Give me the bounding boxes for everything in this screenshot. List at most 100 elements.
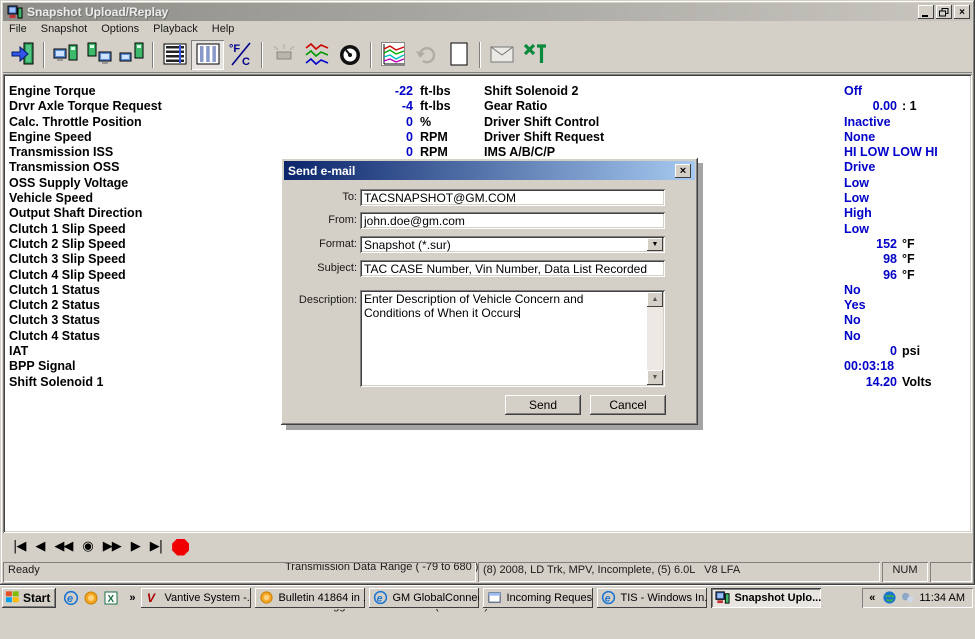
gauge-icon [337, 41, 363, 70]
scroll-down-icon[interactable]: ▼ [647, 370, 663, 385]
title-bar[interactable]: Snapshot Upload/Replay × [3, 3, 972, 21]
menu-item-snapshot[interactable]: Snapshot [35, 22, 95, 37]
toolbar-separator [370, 42, 372, 68]
menu-item-help[interactable]: Help [206, 22, 243, 37]
param-name-left: Transmission ISS [9, 145, 113, 159]
subject-label: Subject: [291, 262, 357, 274]
menu-item-file[interactable]: File [3, 22, 35, 37]
menu-item-playback[interactable]: Playback [147, 22, 206, 37]
minimize-button[interactable] [918, 5, 934, 19]
toolbar-button-columns-view[interactable] [191, 40, 224, 70]
param-name-left: Clutch 2 Status [9, 298, 100, 312]
data-row[interactable]: Engine Speed0RPMDriver Shift RequestNone [3, 130, 972, 145]
vantive-icon: V [145, 590, 160, 605]
ie-icon: e [373, 590, 388, 605]
dialog-close-icon[interactable]: × [675, 164, 691, 178]
status-num-lock: NUM [882, 562, 928, 582]
svg-text:X: X [108, 594, 115, 605]
step-forward-button[interactable]: ▶ [131, 537, 140, 557]
param-name-left: Vehicle Speed [9, 191, 93, 205]
toolbar-button-mail[interactable] [485, 40, 518, 70]
format-select[interactable] [360, 236, 665, 253]
toolbar-button-tools[interactable] [518, 40, 551, 70]
param-name-left: Shift Solenoid 1 [9, 375, 103, 389]
task-label: TIS - Windows In... [620, 592, 707, 604]
param-name-right: Shift Solenoid 2 [484, 84, 578, 98]
fast-forward-button[interactable]: ▶▶ [103, 537, 121, 557]
param-name-left: Clutch 3 Status [9, 313, 100, 327]
param-name-right: Gear Ratio [484, 99, 547, 113]
param-name-left: Clutch 1 Status [9, 283, 100, 297]
toolbar-button-pc-to-device[interactable] [115, 40, 148, 70]
taskbar-button-incoming-reques[interactable]: Incoming Reques... [483, 588, 593, 608]
param-unit-right: psi [902, 344, 920, 358]
subject-field[interactable] [360, 260, 665, 277]
toolbar-button-chart[interactable] [376, 40, 409, 70]
data-row[interactable]: Engine Torque-22ft-lbsShift Solenoid 2Of… [3, 84, 972, 99]
taskbar-button-vantive-system[interactable]: V Vantive System -... [141, 588, 251, 608]
columns-view-icon [195, 41, 221, 70]
cancel-button[interactable]: Cancel [590, 395, 666, 415]
toolbar-button-gauge[interactable] [333, 40, 366, 70]
menu-item-options[interactable]: Options [95, 22, 147, 37]
toolbar-button-graphs[interactable] [300, 40, 333, 70]
param-value-right: HI LOW LOW HI [844, 145, 897, 159]
excel-icon[interactable]: X [103, 590, 119, 606]
toolbar-button-rows-view[interactable] [158, 40, 191, 70]
toolbar-button-page[interactable] [442, 40, 475, 70]
param-value-right: Drive [844, 160, 897, 174]
toolbar-button-fahrenheit-celsius[interactable]: °FC [224, 40, 257, 70]
go-to-start-button[interactable]: |◀ [13, 537, 25, 557]
toolbar-button-flash[interactable] [267, 40, 300, 70]
step-back-button[interactable]: ◀ [35, 537, 44, 557]
format-dropdown-icon[interactable]: ▼ [647, 238, 663, 251]
send-button[interactable]: Send [505, 395, 581, 415]
toolbar-button-replay[interactable] [409, 40, 442, 70]
toolbar-button-device-to-pc[interactable] [82, 40, 115, 70]
taskbar-button-bulletin-41864-in[interactable]: Bulletin 41864 in ... [255, 588, 365, 608]
param-name-right: Driver Shift Control [484, 115, 599, 129]
description-scrollbar[interactable]: ▲ ▼ [647, 292, 663, 385]
toolbar-separator [43, 42, 45, 68]
graphs-icon [304, 41, 330, 70]
param-value-right: 00:03:18 [844, 359, 897, 373]
param-value-right: High [844, 206, 897, 220]
to-field[interactable] [360, 189, 665, 206]
toolbar-button-exit-door[interactable] [6, 40, 39, 70]
param-value-right: Inactive [844, 115, 897, 129]
go-to-end-button[interactable]: ▶| [150, 537, 162, 557]
close-button[interactable]: × [954, 5, 970, 19]
text-cursor [519, 307, 520, 318]
start-button[interactable]: Start [2, 588, 56, 608]
tray-chevron-icon[interactable]: « [866, 592, 878, 604]
toolbar-button-pc-transfer[interactable] [49, 40, 82, 70]
data-row[interactable]: Drvr Axle Torque Request-4ft-lbsGear Rat… [3, 99, 972, 114]
position-marker-button[interactable]: ◉ [82, 537, 92, 557]
ie-icon[interactable]: e [63, 590, 79, 606]
start-label: Start [23, 591, 50, 605]
taskbar-button-gm-globalconnec[interactable]: eGM GlobalConnec... [369, 588, 479, 608]
description-field[interactable]: Enter Description of Vehicle Concern and… [360, 290, 665, 387]
task-label: Vantive System -... [164, 592, 251, 604]
system-tray: « 11:34 AM [862, 588, 973, 608]
quick-launch-overflow-icon[interactable]: » [126, 592, 138, 604]
taskbar-button-snapshot-uplo[interactable]: Snapshot Uplo... [711, 588, 821, 608]
data-row[interactable]: Calc. Throttle Position0%Driver Shift Co… [3, 115, 972, 130]
from-field[interactable] [360, 212, 665, 229]
scroll-up-icon[interactable]: ▲ [647, 292, 663, 307]
svg-text:e: e [377, 593, 383, 604]
taskbar-button-tis-windows-in[interactable]: eTIS - Windows In... [597, 588, 707, 608]
bulletin-icon[interactable] [83, 590, 99, 606]
rewind-button[interactable]: ◀◀ [54, 537, 72, 557]
stop-button[interactable] [172, 539, 189, 556]
messenger-icon[interactable] [900, 590, 915, 605]
status-vehicle-info: (8) 2008, LD Trk, MPV, Incomplete, (5) 6… [478, 562, 880, 582]
svg-text:°F: °F [229, 43, 240, 55]
globe-icon[interactable] [882, 590, 897, 605]
param-unit-right: °F [902, 252, 915, 266]
pc-transfer-icon [53, 41, 79, 70]
restore-button[interactable] [936, 5, 952, 19]
param-value-right: 96 [844, 268, 897, 282]
dialog-title-bar[interactable]: Send e-mail × [284, 161, 695, 180]
param-name-left: Output Shaft Direction [9, 206, 142, 220]
